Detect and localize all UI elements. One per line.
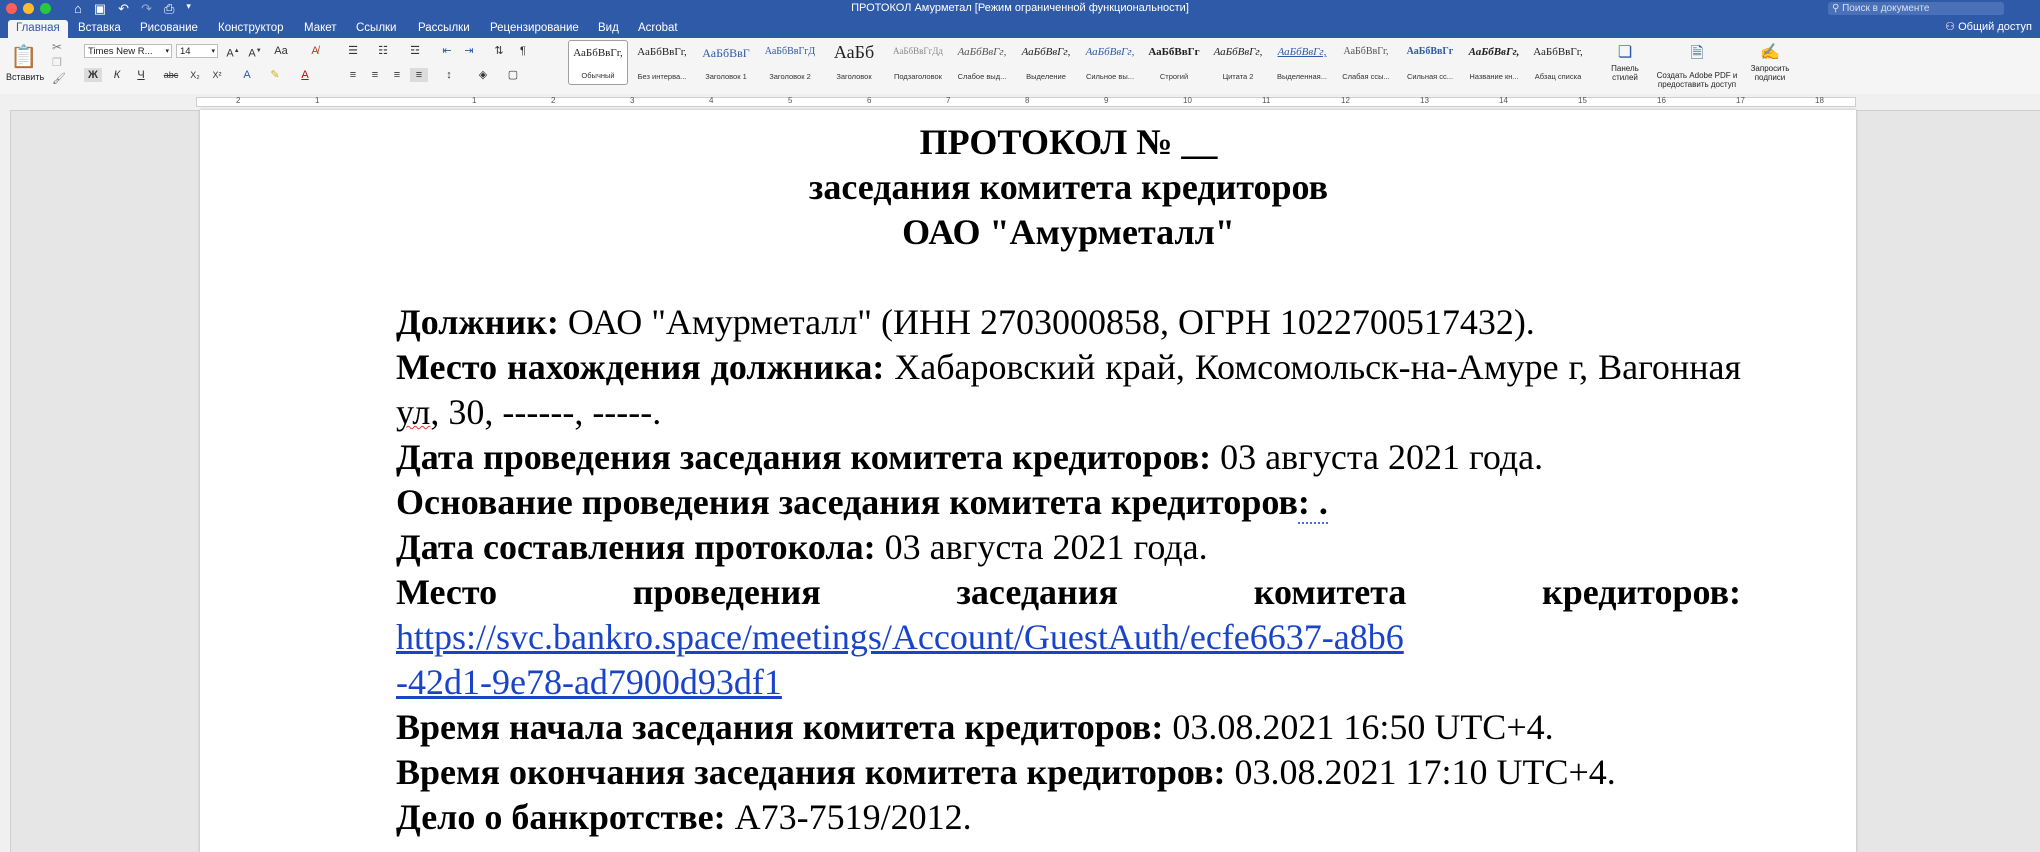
add-person-icon: ⚇ <box>1945 21 1959 33</box>
highlight-color-icon[interactable]: ✎ <box>266 68 284 82</box>
doc-title-line-2: заседания комитета кредиторов <box>808 167 1329 207</box>
tab-design[interactable]: Конструктор <box>210 20 292 36</box>
end-time-paragraph: Время окончания заседания комитета креди… <box>396 752 1616 792</box>
style-list-paragraph[interactable]: АаБбВвГг, Абзац списка <box>1528 40 1588 85</box>
borders-icon[interactable]: ▢ <box>504 68 522 82</box>
tab-insert[interactable]: Вставка <box>70 20 129 36</box>
paste-label: Вставить <box>6 72 45 82</box>
style-intense-quote[interactable]: АаБбВвГг, Выделенная... <box>1272 40 1332 85</box>
grammar-mark[interactable]: : . <box>1297 482 1328 524</box>
justify-icon[interactable]: ≡ <box>410 68 428 82</box>
meeting-date-paragraph: Дата проведения заседания комитета креди… <box>396 437 1544 477</box>
vertical-ruler[interactable] <box>0 110 11 852</box>
text-effects-icon[interactable]: A <box>238 68 256 82</box>
subscript-button[interactable]: X₂ <box>186 68 204 82</box>
style-book-title[interactable]: АаБбВвГг, Название кн... <box>1464 40 1524 85</box>
shading-icon[interactable]: ◈ <box>474 68 492 82</box>
bullets-icon[interactable]: ☰ <box>344 44 362 58</box>
tab-references[interactable]: Ссылки <box>348 20 405 36</box>
start-time-paragraph: Время начала заседания комитета кредитор… <box>396 707 1554 747</box>
document-page[interactable]: ПРОТОКОЛ № __ заседания комитета кредито… <box>200 110 1856 852</box>
styles-pane-button[interactable]: ❏ Панель стилей <box>1610 42 1640 82</box>
adobe-pdf-icon: 🗎 <box>1690 45 1704 62</box>
style-subtle-emphasis[interactable]: АаБбВвГг, Слабое выд... <box>952 40 1012 85</box>
title-bar: ⌂ ▣ ↶ ↷ ⎙ ▾ ПРОТОКОЛ Амурметал [Режим ог… <box>0 0 2040 18</box>
increase-indent-icon[interactable]: ⇥ <box>460 44 478 58</box>
shrink-font-icon[interactable]: A▼ <box>246 44 264 60</box>
style-emphasis[interactable]: АаБбВвГг, Выделение <box>1016 40 1076 85</box>
tab-draw[interactable]: Рисование <box>132 20 206 36</box>
underline-button[interactable]: Ч <box>132 68 150 82</box>
create-adobe-pdf-button[interactable]: 🗎 Создать Adobe PDF и предоставить досту… <box>1652 42 1742 89</box>
document-body[interactable]: ПРОТОКОЛ № __ заседания комитета кредито… <box>396 120 1741 840</box>
document-search-input[interactable]: ⚲ Поиск в документе <box>1828 2 2004 15</box>
align-left-icon[interactable]: ≡ <box>344 68 362 82</box>
tab-mailings[interactable]: Рассылки <box>410 20 478 36</box>
location-paragraph: Место нахождения должника: Хабаровский к… <box>396 347 1742 432</box>
tab-view[interactable]: Вид <box>590 20 627 36</box>
venue-link-paragraph: https://svc.bankro.space/meetings/Accoun… <box>396 615 1406 705</box>
style-subtle-reference[interactable]: АаБбВвГг, Слабая ссы... <box>1336 40 1396 85</box>
clear-formatting-icon[interactable]: A̸ <box>306 44 324 58</box>
horizontal-ruler[interactable]: 2 1 1 2 3 4 5 6 7 8 9 10 11 12 13 14 15 … <box>0 94 2040 111</box>
protocol-date-paragraph: Дата составления протокола: 03 августа 2… <box>396 527 1208 567</box>
multilevel-list-icon[interactable]: ☲ <box>406 44 424 58</box>
window-title: ПРОТОКОЛ Амурметал [Режим ограниченной ф… <box>851 2 1189 14</box>
doc-title-line-3: ОАО "Амурметалл" <box>902 212 1235 252</box>
tab-layout[interactable]: Макет <box>296 20 345 36</box>
italic-button[interactable]: К <box>108 68 126 82</box>
numbering-icon[interactable]: ☷ <box>374 44 392 58</box>
signature-icon: ✍ <box>1760 44 1780 61</box>
align-center-icon[interactable]: ≡ <box>366 68 384 82</box>
cut-icon[interactable]: ✂ <box>52 40 62 54</box>
ribbon-tabs: Главная Вставка Рисование Конструктор Ма… <box>0 18 2040 38</box>
decrease-indent-icon[interactable]: ⇤ <box>438 44 456 58</box>
empty-paragraph <box>396 255 1741 300</box>
style-heading-1[interactable]: АаБбВвГ Заголовок 1 <box>696 40 756 85</box>
sort-icon[interactable]: ⇅ <box>490 44 508 58</box>
line-spacing-icon[interactable]: ↕ <box>440 68 458 82</box>
grow-font-icon[interactable]: A▲ <box>224 44 242 60</box>
style-no-spacing[interactable]: АаБбВвГг, Без интерва... <box>632 40 692 85</box>
style-quote-2[interactable]: АаБбВвГг, Цитата 2 <box>1208 40 1268 85</box>
doc-title-line-1: ПРОТОКОЛ № __ <box>919 122 1218 162</box>
style-heading-2[interactable]: АаБбВвГгД Заголовок 2 <box>760 40 820 85</box>
strikethrough-button[interactable]: abc <box>162 68 180 82</box>
show-formatting-icon[interactable]: ¶ <box>514 44 532 58</box>
paste-icon[interactable]: 📋 <box>10 44 37 70</box>
chevron-down-icon: ▾ <box>211 48 215 55</box>
ribbon-home: 📋 Вставить ✂ ❐ 🖌 Times New R... ▾ 14 ▾ A▲ … <box>0 38 2040 95</box>
align-right-icon[interactable]: ≡ <box>388 68 406 82</box>
style-normal[interactable]: АаБбВвГг, Обычный <box>568 40 628 85</box>
superscript-button[interactable]: X² <box>208 68 226 82</box>
search-icon: ⚲ <box>1832 3 1843 14</box>
meeting-link[interactable]: https://svc.bankro.space/meetings/Accoun… <box>396 617 1404 702</box>
tab-review[interactable]: Рецензирование <box>482 20 587 36</box>
share-button[interactable]: ⚇ Общий доступ <box>1945 20 2032 33</box>
change-case-icon[interactable]: Aa <box>272 44 290 58</box>
basis-paragraph: Основание проведения заседания комитета … <box>396 482 1328 524</box>
copy-icon[interactable]: ❐ <box>52 56 62 69</box>
style-intense-emphasis[interactable]: АаБбВвГг, Сильное вы... <box>1080 40 1140 85</box>
tab-home[interactable]: Главная <box>8 20 68 38</box>
style-strong[interactable]: АаБбВвГг Строгий <box>1144 40 1204 85</box>
style-title[interactable]: АаБб Заголовок <box>824 40 884 85</box>
venue-paragraph: Место проведения заседания комитета кред… <box>396 572 1741 612</box>
styles-pane-icon: ❏ <box>1617 44 1633 61</box>
style-intense-reference[interactable]: АаБбВвГг Сильная сс... <box>1400 40 1460 85</box>
style-subtitle[interactable]: АаБбВвГгДд Подзаголовок <box>888 40 948 85</box>
font-size-select[interactable]: 14 ▾ <box>176 44 218 58</box>
request-signatures-button[interactable]: ✍ Запросить подписи <box>1748 42 1792 82</box>
tab-acrobat[interactable]: Acrobat <box>630 20 686 36</box>
debtor-paragraph: Должник: ОАО "Амурметалл" (ИНН 270300085… <box>396 302 1535 342</box>
font-name-select[interactable]: Times New R... ▾ <box>84 44 172 58</box>
bold-button[interactable]: Ж <box>84 68 102 82</box>
case-paragraph: Дело о банкротстве: А73-7519/2012. <box>396 797 972 837</box>
format-painter-icon[interactable]: 🖌 <box>52 72 66 85</box>
font-color-icon[interactable]: A <box>296 68 314 82</box>
chevron-down-icon: ▾ <box>165 48 169 55</box>
spelling-error[interactable]: ул <box>396 392 430 432</box>
